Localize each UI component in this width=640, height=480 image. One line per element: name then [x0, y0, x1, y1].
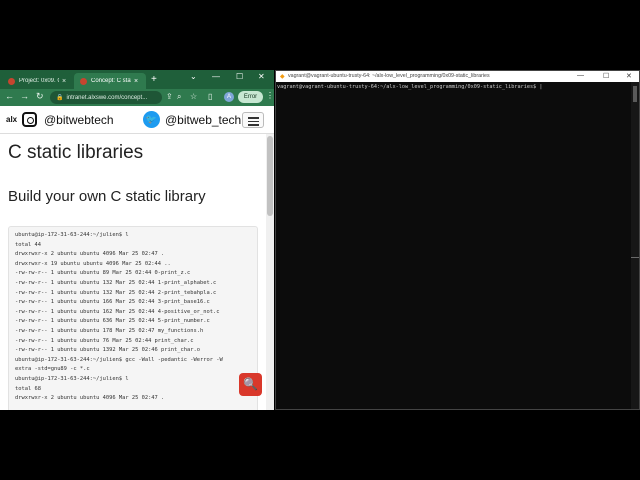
scrollbar-thumb[interactable] [267, 136, 273, 216]
alx-logo: alx [6, 115, 18, 124]
tab-search-icon[interactable]: ⌄ [190, 72, 197, 81]
code-line: -rw-rw-r-- 1 ubuntu ubuntu 178 Mar 25 02… [15, 327, 204, 334]
lock-icon: 🔒 [56, 95, 64, 101]
tab-close-icon[interactable]: × [62, 78, 66, 85]
close-window-button[interactable]: ✕ [258, 72, 265, 81]
maximize-button[interactable]: ☐ [236, 72, 243, 81]
reload-icon[interactable]: ↻ [36, 91, 44, 102]
code-line: -rw-rw-r-- 1 ubuntu ubuntu 132 Mar 25 02… [15, 289, 217, 296]
favicon-icon [80, 77, 87, 85]
forward-arrow-icon[interactable]: → [20, 91, 29, 101]
terminal-divider [631, 257, 639, 258]
tab-label: Project: 0x09. C [19, 78, 59, 84]
profile-avatar[interactable]: A [224, 92, 234, 102]
desktop: Project: 0x09. C × Concept: C stat × + ⌄… [0, 0, 640, 480]
terminal-prompt: vagrant@vagrant-ubuntu-trusty-64:~/alx-l… [277, 84, 543, 90]
page-content: C static libraries Build your own C stat… [0, 134, 266, 410]
hamburger-line [248, 117, 259, 119]
new-tab-button[interactable]: + [151, 74, 157, 85]
kebab-menu-icon[interactable]: ⋮ [266, 91, 274, 100]
tab-project[interactable]: Project: 0x09. C × [2, 73, 72, 89]
terminal-title: vagrant@vagrant-ubuntu-trusty-64: ~/alx-… [288, 73, 490, 79]
tab-concept[interactable]: Concept: C stat × [74, 73, 146, 89]
terminal-titlebar[interactable]: ◆ vagrant@vagrant-ubuntu-trusty-64: ~/al… [276, 71, 639, 82]
tab-label: Concept: C stat [91, 78, 131, 84]
terminal-scrollbar[interactable] [631, 82, 639, 409]
back-arrow-icon[interactable]: ← [5, 91, 14, 101]
tab-bar: Project: 0x09. C × Concept: C stat × + ⌄… [0, 70, 274, 89]
bookmark-star-icon[interactable]: ☆ [190, 92, 197, 101]
section-heading: Build your own C static library [8, 188, 206, 205]
code-line: ubuntu@ip-172-31-63-244:~/julien$ l [15, 375, 129, 382]
address-bar[interactable]: 🔒 intranet.alxswe.com/concept... [50, 91, 162, 104]
zoom-icon[interactable]: ⌕ [177, 92, 181, 102]
terminal-output[interactable]: vagrant@vagrant-ubuntu-trusty-64:~/alx-l… [276, 82, 631, 409]
code-line: total 44 [15, 241, 41, 248]
terminal-scrollbar-thumb[interactable] [633, 86, 637, 102]
code-line: drwxrwxr-x 19 ubuntu ubuntu 4096 Mar 25 … [15, 260, 171, 267]
browser-window: Project: 0x09. C × Concept: C stat × + ⌄… [0, 70, 274, 410]
side-panel-icon[interactable]: ▯ [208, 92, 212, 101]
hamburger-line [248, 120, 259, 122]
hamburger-line [248, 124, 259, 126]
code-line: -rw-rw-r-- 1 ubuntu ubuntu 1392 Mar 25 0… [15, 347, 200, 354]
code-line: -rw-rw-r-- 1 ubuntu ubuntu 132 Mar 25 02… [15, 279, 217, 286]
code-line: total 68 [15, 385, 41, 392]
hamburger-menu-icon[interactable] [242, 112, 264, 128]
twitter-icon: 🐦 [143, 111, 160, 128]
terminal-minimize-button[interactable]: — [577, 72, 584, 79]
favicon-icon [8, 77, 15, 85]
code-line: ubuntu@ip-172-31-63-244:~/julien$ l [15, 232, 129, 238]
terminal-close-button[interactable]: ✕ [626, 72, 632, 80]
code-line: -rw-rw-r-- 1 ubuntu ubuntu 89 Mar 25 02:… [15, 270, 191, 277]
terminal-window: ◆ vagrant@vagrant-ubuntu-trusty-64: ~/al… [275, 70, 640, 410]
code-line: drwxrwxr-x 2 ubuntu ubuntu 4096 Mar 25 0… [15, 251, 165, 258]
code-line: extra -std=gnu89 -c *.c [15, 366, 90, 373]
page-scrollbar[interactable] [266, 134, 274, 410]
share-icon[interactable]: ⇪ [166, 92, 173, 101]
tab-close-icon[interactable]: × [134, 78, 138, 85]
url-text: intranet.alxswe.com/concept... [66, 94, 148, 101]
code-line: drwxrwxr-x 2 ubuntu ubuntu 4096 Mar 25 0… [15, 395, 165, 402]
code-line: -rw-rw-r-- 1 ubuntu ubuntu 636 Mar 25 02… [15, 318, 210, 325]
terminal-maximize-button[interactable]: ☐ [603, 72, 609, 80]
code-line: -rw-rw-r-- 1 ubuntu ubuntu 166 Mar 25 02… [15, 299, 210, 306]
code-line: -rw-rw-r-- 1 ubuntu ubuntu 76 Mar 25 02:… [15, 337, 194, 344]
instagram-icon [22, 112, 37, 127]
code-line: ubuntu@ip-172-31-63-244:~/julien$ gcc -W… [15, 356, 223, 363]
code-block: ubuntu@ip-172-31-63-244:~/julien$ l tota… [8, 226, 258, 410]
browser-toolbar: ← → ↻ 🔒 intranet.alxswe.com/concept... ⇪… [0, 89, 274, 106]
error-button[interactable]: Error [238, 91, 263, 103]
site-header: alx @bitwebtech 🐦 @bitweb_tech [0, 106, 274, 134]
terminal-app-icon: ◆ [280, 74, 285, 80]
twitter-handle[interactable]: @bitweb_tech [165, 113, 241, 127]
page-title: C static libraries [8, 142, 144, 163]
minimize-button[interactable]: — [212, 72, 220, 81]
code-line: -rw-rw-r-- 1 ubuntu ubuntu 162 Mar 25 02… [15, 308, 220, 315]
search-button[interactable]: 🔍 [239, 373, 262, 396]
instagram-handle[interactable]: @bitwebtech [44, 113, 114, 127]
